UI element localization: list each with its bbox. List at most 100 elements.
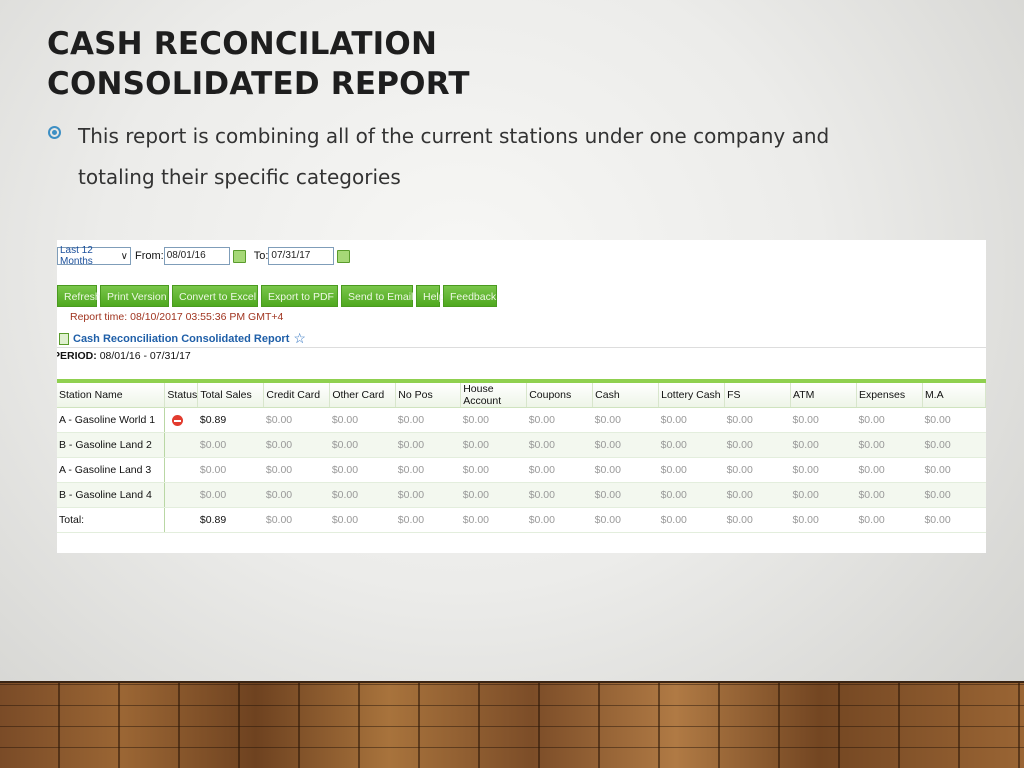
to-label: To:	[253, 250, 269, 262]
value-cell: $0.00	[395, 407, 461, 433]
value-cell: $0.00	[658, 482, 725, 508]
print-version-button[interactable]: Print Version	[100, 285, 169, 307]
column-header[interactable]: Total Sales	[197, 383, 265, 408]
value-cell: $0.00	[856, 432, 923, 458]
station-name-cell: B - Gasoline Land 2	[57, 432, 166, 458]
report-title: Cash Reconciliation Consolidated Report …	[59, 330, 306, 347]
value-cell: $0.00	[790, 507, 857, 533]
table-row[interactable]: B - Gasoline Land 4 $0.00 $0.00 $0.00 $0.00 $…	[57, 482, 986, 508]
station-name-cell: B - Gasoline Land 4	[57, 482, 166, 508]
report-screenshot: Last 12 Months ∨ From: 08/01/16 To: 07/3…	[57, 240, 986, 553]
value-cell: $0.00	[922, 482, 986, 508]
export-to-pdf-button[interactable]: Export to PDF	[261, 285, 338, 307]
value-cell: $0.00	[526, 407, 593, 433]
station-name-cell: Total:	[57, 507, 166, 533]
column-header[interactable]: Station Name	[57, 383, 166, 408]
table-row[interactable]: A - Gasoline World 1 $0.89 $0.00 $0.00 $0.00…	[57, 407, 986, 433]
column-header[interactable]: Status	[164, 383, 199, 408]
value-cell: $0.00	[592, 507, 659, 533]
slide-title-line-2: CONSOLIDATED REPORT	[47, 66, 470, 102]
value-cell: $0.00	[724, 507, 791, 533]
value-cell: $0.00	[526, 457, 593, 483]
value-cell: $0.00	[658, 407, 725, 433]
date-filter-bar: Last 12 Months ∨ From: 08/01/16 To: 07/3…	[57, 244, 351, 268]
column-header[interactable]: Other Card	[329, 383, 397, 408]
value-cell: $0.00	[724, 457, 791, 483]
value-cell: $0.00	[460, 482, 527, 508]
value-cell: $0.00	[263, 432, 330, 458]
column-header[interactable]: Expenses	[856, 383, 923, 408]
value-cell: $0.00	[526, 507, 593, 533]
value-cell: $0.00	[922, 457, 986, 483]
column-header[interactable]: House Account	[460, 383, 528, 408]
value-cell: $0.00	[922, 432, 986, 458]
column-header[interactable]: Lottery Cash	[658, 383, 726, 408]
value-cell: $0.00	[460, 507, 527, 533]
value-cell: $0.00	[790, 432, 857, 458]
value-cell: $0.00	[724, 407, 791, 433]
table-row[interactable]: B - Gasoline Land 2 $0.00 $0.00 $0.00 $0.00 $…	[57, 432, 986, 458]
value-cell: $0.00	[592, 457, 659, 483]
table-row[interactable]: Total: $0.89 $0.00 $0.00 $0.00 $0.00 $0.00 $0.0…	[57, 507, 986, 533]
to-date-input[interactable]: 07/31/17	[268, 247, 335, 265]
column-header[interactable]: ATM	[790, 383, 857, 408]
chevron-down-icon: ∨	[120, 250, 128, 262]
value-cell: $0.00	[263, 507, 330, 533]
value-cell: $0.00	[329, 407, 396, 433]
from-date-input[interactable]: 08/01/16	[163, 247, 230, 265]
value-cell: $0.00	[197, 432, 264, 458]
column-header[interactable]: FS	[724, 383, 792, 408]
value-cell: $0.00	[658, 457, 725, 483]
calendar-icon[interactable]	[337, 249, 351, 263]
send-to-email-button[interactable]: Send to Email	[341, 285, 413, 307]
star-icon[interactable]: ☆	[293, 330, 306, 347]
bullet-point: This report is combining all of the curr…	[47, 116, 907, 198]
period-value: 08/01/16 - 07/31/17	[99, 350, 191, 362]
value-cell: $0.00	[592, 407, 659, 433]
value-cell: $0.89	[197, 507, 264, 533]
station-name-cell: A - Gasoline Land 3	[57, 457, 166, 483]
value-cell: $0.00	[395, 432, 461, 458]
help-button[interactable]: Help	[416, 285, 445, 307]
value-cell: $0.00	[263, 457, 330, 483]
from-label: From:	[135, 250, 164, 262]
value-cell: $0.00	[856, 507, 923, 533]
value-cell: $0.00	[922, 507, 986, 533]
value-cell: $0.00	[658, 432, 725, 458]
value-cell: $0.00	[329, 507, 396, 533]
station-name-cell: A - Gasoline World 1	[57, 407, 166, 433]
column-header[interactable]: M.A	[922, 383, 986, 408]
error-status-icon[interactable]	[172, 414, 184, 426]
feedback-button[interactable]: Feedback	[443, 285, 497, 307]
value-cell: $0.00	[329, 482, 396, 508]
period-label: PERIOD:	[57, 350, 97, 362]
range-select-value: Last 12 Months	[60, 245, 93, 267]
column-header[interactable]: Coupons	[526, 383, 594, 408]
value-cell: $0.00	[526, 432, 593, 458]
column-header[interactable]: Cash	[592, 383, 660, 408]
value-cell: $0.00	[395, 507, 461, 533]
range-select[interactable]: Last 12 Months ∨	[57, 245, 131, 267]
bullet-circle-icon	[48, 126, 61, 139]
column-header[interactable]: Credit Card	[263, 383, 331, 408]
value-cell: $0.00	[658, 507, 725, 533]
table-header-row: Station Name Status Total Sales Credit C…	[57, 383, 986, 408]
status-cell	[164, 457, 198, 483]
column-header[interactable]: No Pos	[395, 383, 462, 408]
table-row[interactable]: A - Gasoline Land 3 $0.00 $0.00 $0.00 $0.00 $…	[57, 457, 986, 483]
value-cell: $0.00	[460, 432, 527, 458]
value-cell: $0.00	[329, 432, 396, 458]
value-cell: $0.89	[197, 407, 264, 433]
convert-to-excel-button[interactable]: Convert to Excel	[172, 285, 258, 307]
value-cell: $0.00	[856, 407, 923, 433]
period: PERIOD: 08/01/16 - 07/31/17	[57, 350, 191, 362]
status-cell	[164, 432, 198, 458]
refresh-button[interactable]: Refresh	[57, 285, 101, 307]
document-icon	[59, 332, 69, 345]
calendar-icon[interactable]	[232, 249, 246, 263]
value-cell: $0.00	[922, 407, 986, 433]
value-cell: $0.00	[329, 457, 396, 483]
value-cell: $0.00	[395, 457, 461, 483]
table-body: A - Gasoline World 1 $0.89 $0.00 $0.00 $0.00…	[57, 407, 986, 533]
value-cell: $0.00	[526, 482, 593, 508]
